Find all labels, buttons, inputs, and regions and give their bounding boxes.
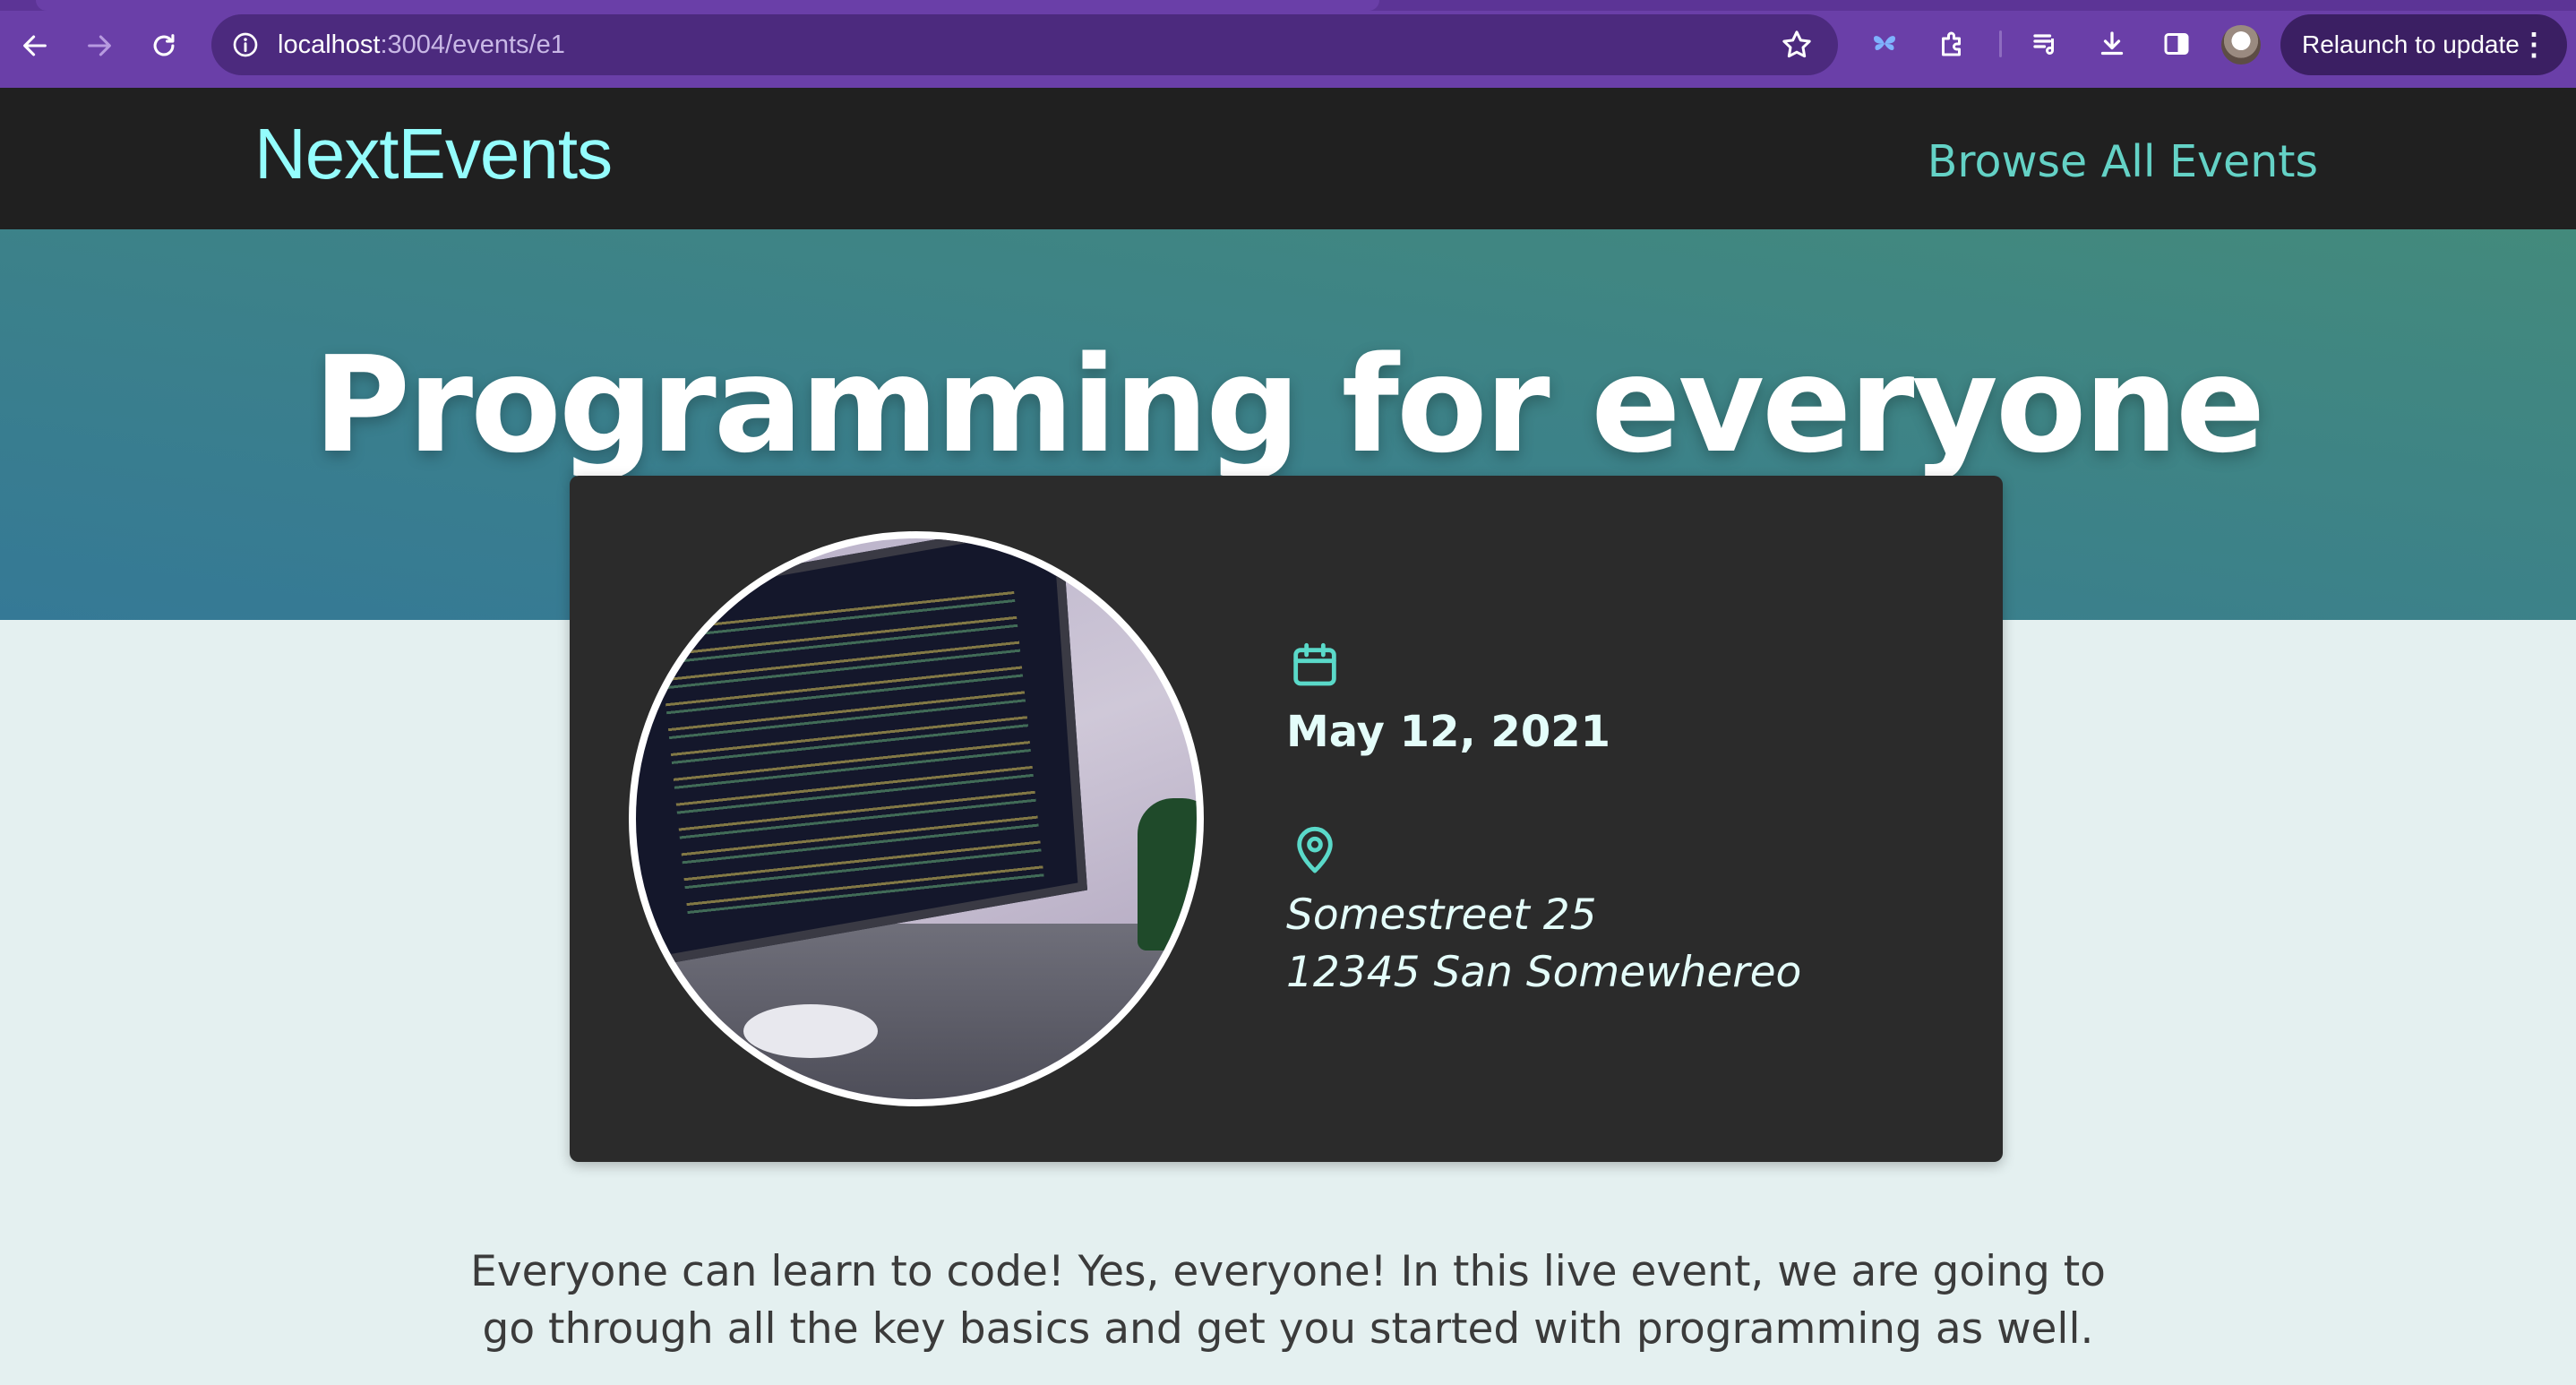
downloads-button[interactable] bbox=[2091, 22, 2134, 65]
event-image bbox=[629, 531, 1204, 1106]
calendar-icon bbox=[1286, 637, 1344, 694]
mouse bbox=[743, 1004, 878, 1058]
event-date-item: May 12, 2021 bbox=[1286, 637, 1610, 757]
active-tab-edge bbox=[36, 0, 1379, 11]
code-lines bbox=[657, 583, 1045, 924]
event-title: Programming for everyone bbox=[313, 328, 2266, 482]
extension-puzzle-icon bbox=[1942, 31, 1961, 56]
site-header: NextEvents Browse All Events bbox=[0, 88, 2576, 229]
browser-toolbar: localhost:3004/events/e1 Relaunch to upd… bbox=[0, 0, 2576, 88]
side-panel-icon bbox=[2164, 33, 2189, 55]
url-path: :3004/events/e1 bbox=[380, 30, 565, 59]
relaunch-label: Relaunch to update bbox=[2302, 30, 2520, 58]
extension-butterfly-icon bbox=[1874, 36, 1895, 51]
menu-dots-icon[interactable]: ⋮ bbox=[2519, 14, 2549, 75]
forward-button[interactable] bbox=[73, 20, 125, 72]
side-panel-button[interactable] bbox=[2155, 22, 2198, 65]
address-line-2: 12345 San Somewhereo bbox=[1286, 948, 1802, 997]
plant bbox=[1138, 798, 1197, 951]
url-text[interactable]: localhost:3004/events/e1 bbox=[278, 14, 565, 75]
toolbar-separator bbox=[1999, 30, 2002, 57]
event-date: May 12, 2021 bbox=[1286, 707, 1611, 757]
address-line-1: Somestreet 25 bbox=[1286, 890, 1597, 940]
profile-avatar[interactable] bbox=[2221, 25, 2261, 65]
browse-all-events-link[interactable]: Browse All Events bbox=[1928, 136, 2318, 187]
reload-button[interactable] bbox=[138, 20, 190, 72]
event-description: Everyone can learn to code! Yes, everyon… bbox=[470, 1247, 2106, 1354]
media-queue-icon bbox=[2033, 34, 2054, 55]
site-info-button[interactable] bbox=[224, 23, 267, 66]
media-queue-button[interactable] bbox=[2024, 22, 2067, 65]
relaunch-to-update-button[interactable]: Relaunch to update ⋮ bbox=[2280, 14, 2567, 75]
arrow-right-icon bbox=[88, 35, 111, 56]
extensions-button[interactable] bbox=[1931, 22, 1974, 65]
bookmark-button[interactable] bbox=[1779, 27, 1815, 63]
arrow-left-icon bbox=[23, 35, 47, 56]
event-address-item: Somestreet 25 12345 San Somewhereo bbox=[1286, 821, 1801, 1002]
info-icon bbox=[233, 32, 258, 57]
star-icon bbox=[1782, 30, 1811, 58]
extension-button[interactable] bbox=[1863, 22, 1906, 65]
url-host: localhost bbox=[278, 30, 381, 59]
download-icon bbox=[2100, 31, 2124, 56]
address-bar[interactable]: localhost:3004/events/e1 bbox=[211, 14, 1838, 75]
event-logistics-card: May 12, 2021 Somestreet 25 12345 San Som… bbox=[570, 476, 2003, 1162]
site-logo[interactable]: NextEvents bbox=[254, 113, 613, 195]
map-pin-icon bbox=[1286, 821, 1344, 878]
reload-icon bbox=[153, 34, 175, 56]
back-button[interactable] bbox=[9, 20, 61, 72]
event-address: Somestreet 25 12345 San Somewhereo bbox=[1286, 887, 1801, 1002]
